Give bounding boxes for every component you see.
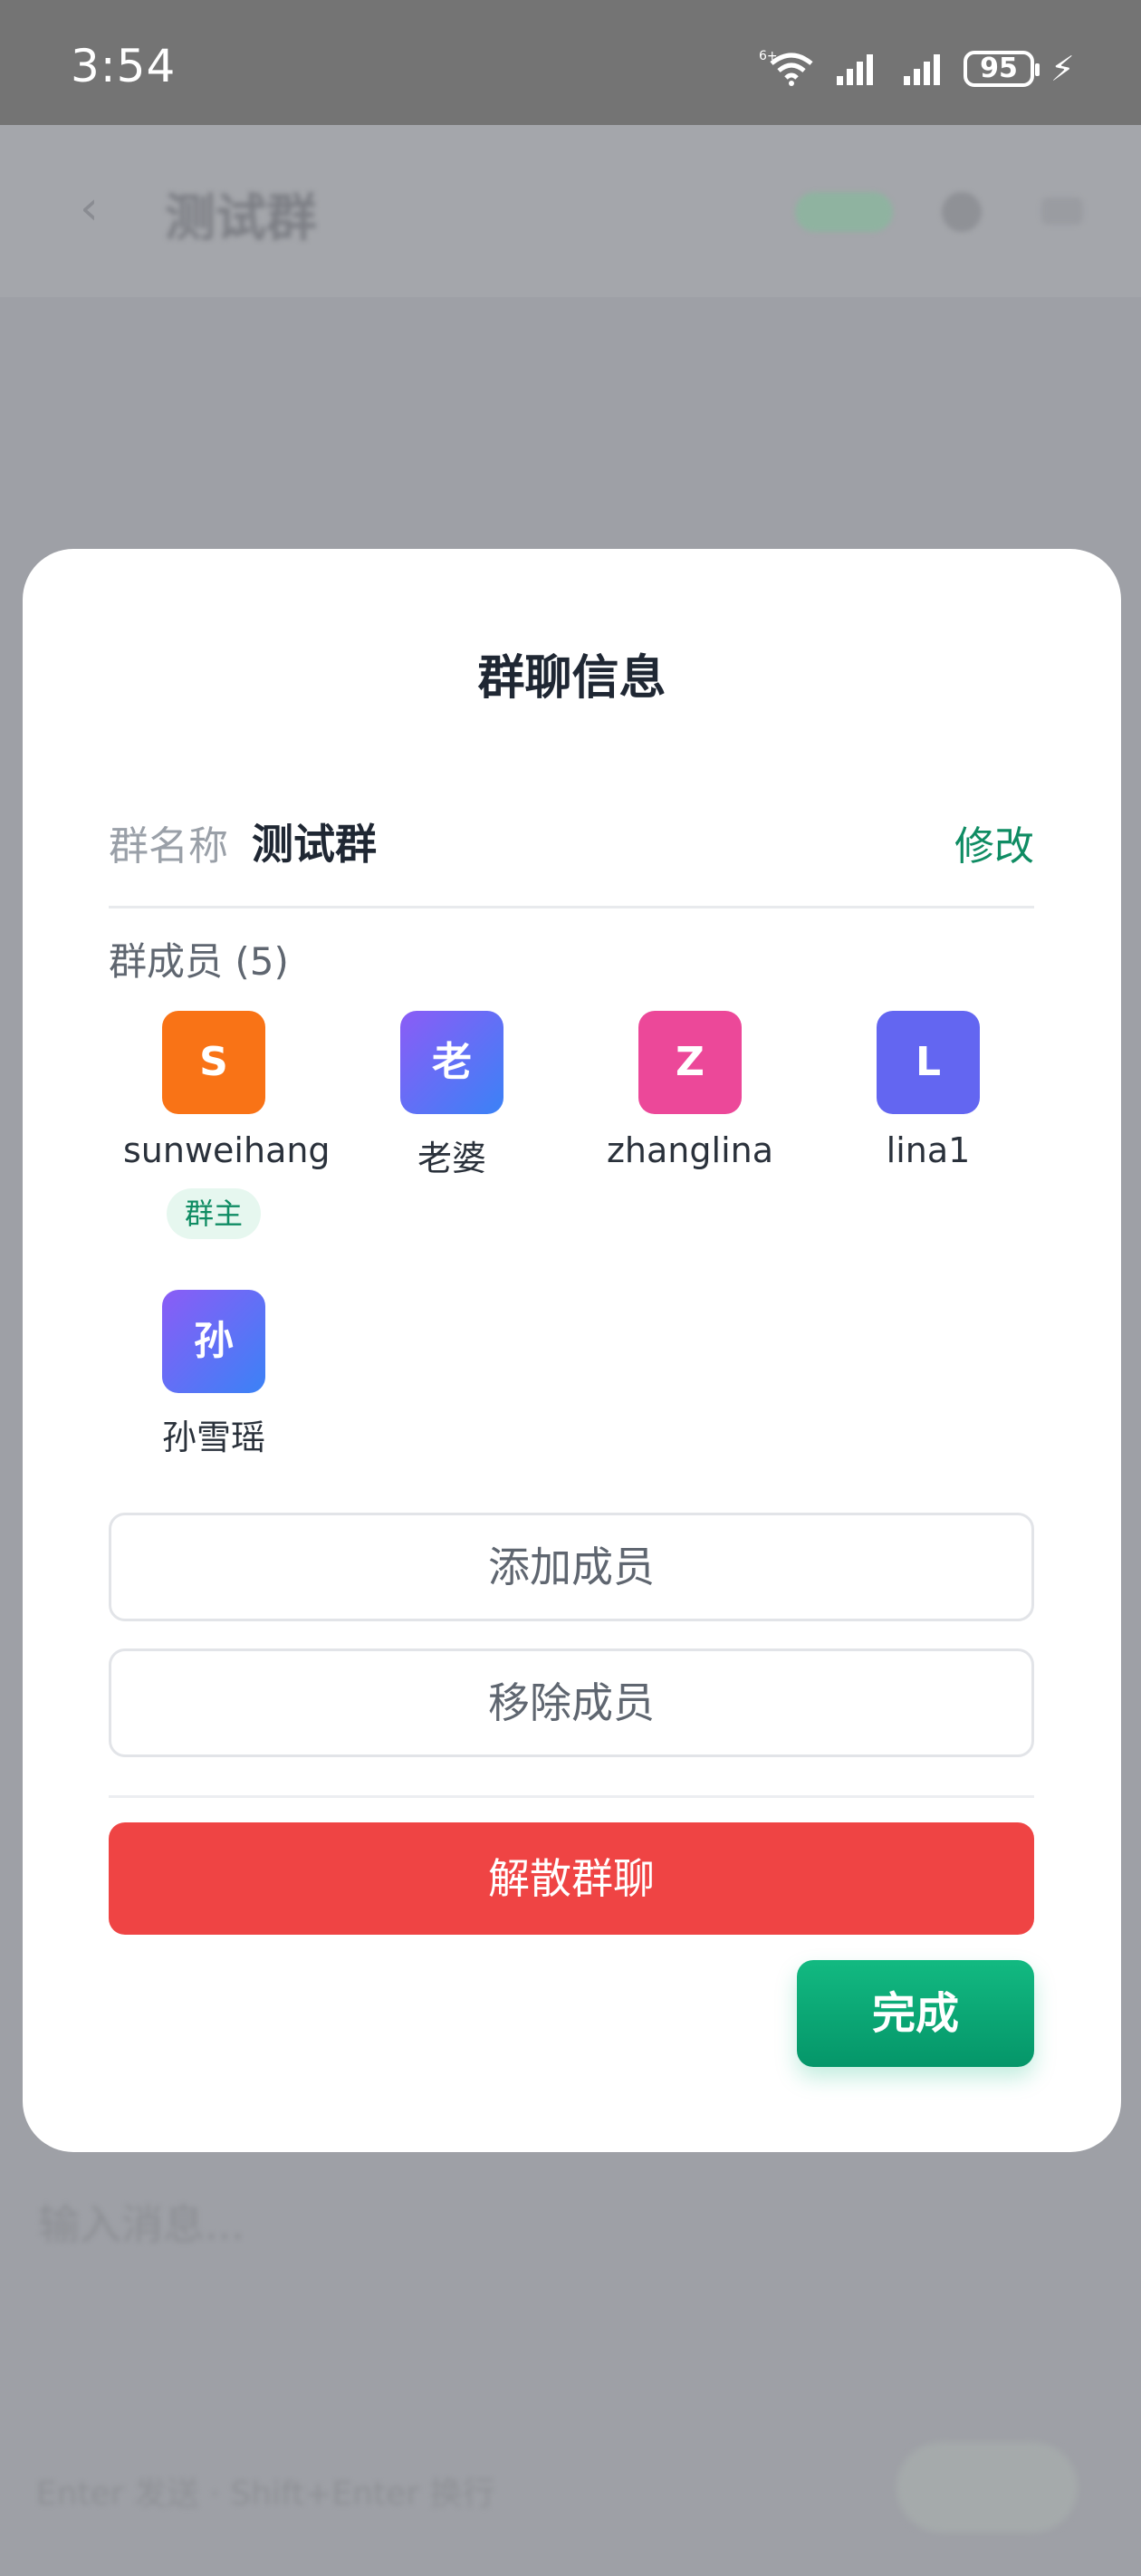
divider — [109, 1795, 1034, 1798]
cell-signal-icon — [904, 54, 940, 85]
member-item[interactable]: Z zhanglina — [599, 1011, 781, 1170]
back-arrow-icon: ‹ — [80, 181, 99, 235]
member-item[interactable]: 孙 孙雪瑶 — [123, 1290, 304, 1459]
member-name: sunweihang — [123, 1130, 331, 1170]
status-bar: 3:54 6+ 95 ⚡ — [0, 0, 1141, 125]
chat-title: 测试群 — [165, 189, 317, 248]
cell-signal-icon — [837, 54, 873, 85]
group-name-label: 群名称 — [109, 823, 228, 870]
member-item[interactable]: L lina1 — [838, 1011, 1019, 1170]
member-name: 孙雪瑶 — [161, 1418, 265, 1457]
avatar: 老 — [400, 1011, 503, 1114]
group-info-dialog: 群聊信息 群名称 测试群 修改 群成员 (5) S sunweihang 群主 … — [23, 549, 1121, 2152]
group-name-row: 群名称 测试群 修改 — [109, 804, 1034, 908]
edit-group-name-link[interactable]: 修改 — [954, 813, 1034, 871]
input-hint: Enter 发送 · Shift+Enter 换行 — [36, 2475, 495, 2513]
status-time: 3:54 — [71, 40, 177, 92]
avatar: Z — [638, 1011, 742, 1114]
group-name-value: 测试群 — [252, 820, 377, 869]
add-member-button[interactable]: 添加成员 — [109, 1513, 1034, 1621]
member-item[interactable]: S sunweihang 群主 — [123, 1011, 331, 1239]
done-button[interactable]: 完成 — [797, 1960, 1034, 2067]
member-name: zhanglina — [606, 1130, 773, 1170]
avatar: S — [162, 1011, 265, 1114]
owner-badge: 群主 — [166, 1188, 261, 1239]
dialog-title: 群聊信息 — [477, 651, 666, 706]
online-badge — [795, 192, 893, 232]
member-name: 老婆 — [417, 1139, 486, 1178]
battery-indicator: 95 — [964, 51, 1040, 87]
dissolve-group-button[interactable]: 解散群聊 — [109, 1822, 1034, 1935]
lightning-bolt-icon: ⚡ — [1050, 49, 1075, 89]
remove-member-button[interactable]: 移除成员 — [109, 1648, 1034, 1757]
message-input-placeholder: 输入消息... — [38, 2200, 244, 2249]
members-count-label: 群成员 (5) — [109, 939, 289, 984]
member-item[interactable]: 老 老婆 — [361, 1011, 542, 1180]
wifi-6-icon: 6+ — [759, 49, 813, 86]
more-icon — [1041, 197, 1083, 225]
send-button — [896, 2442, 1078, 2533]
avatar: 孙 — [162, 1290, 265, 1393]
settings-icon — [942, 192, 982, 232]
member-name: lina1 — [886, 1130, 971, 1170]
avatar: L — [877, 1011, 980, 1114]
